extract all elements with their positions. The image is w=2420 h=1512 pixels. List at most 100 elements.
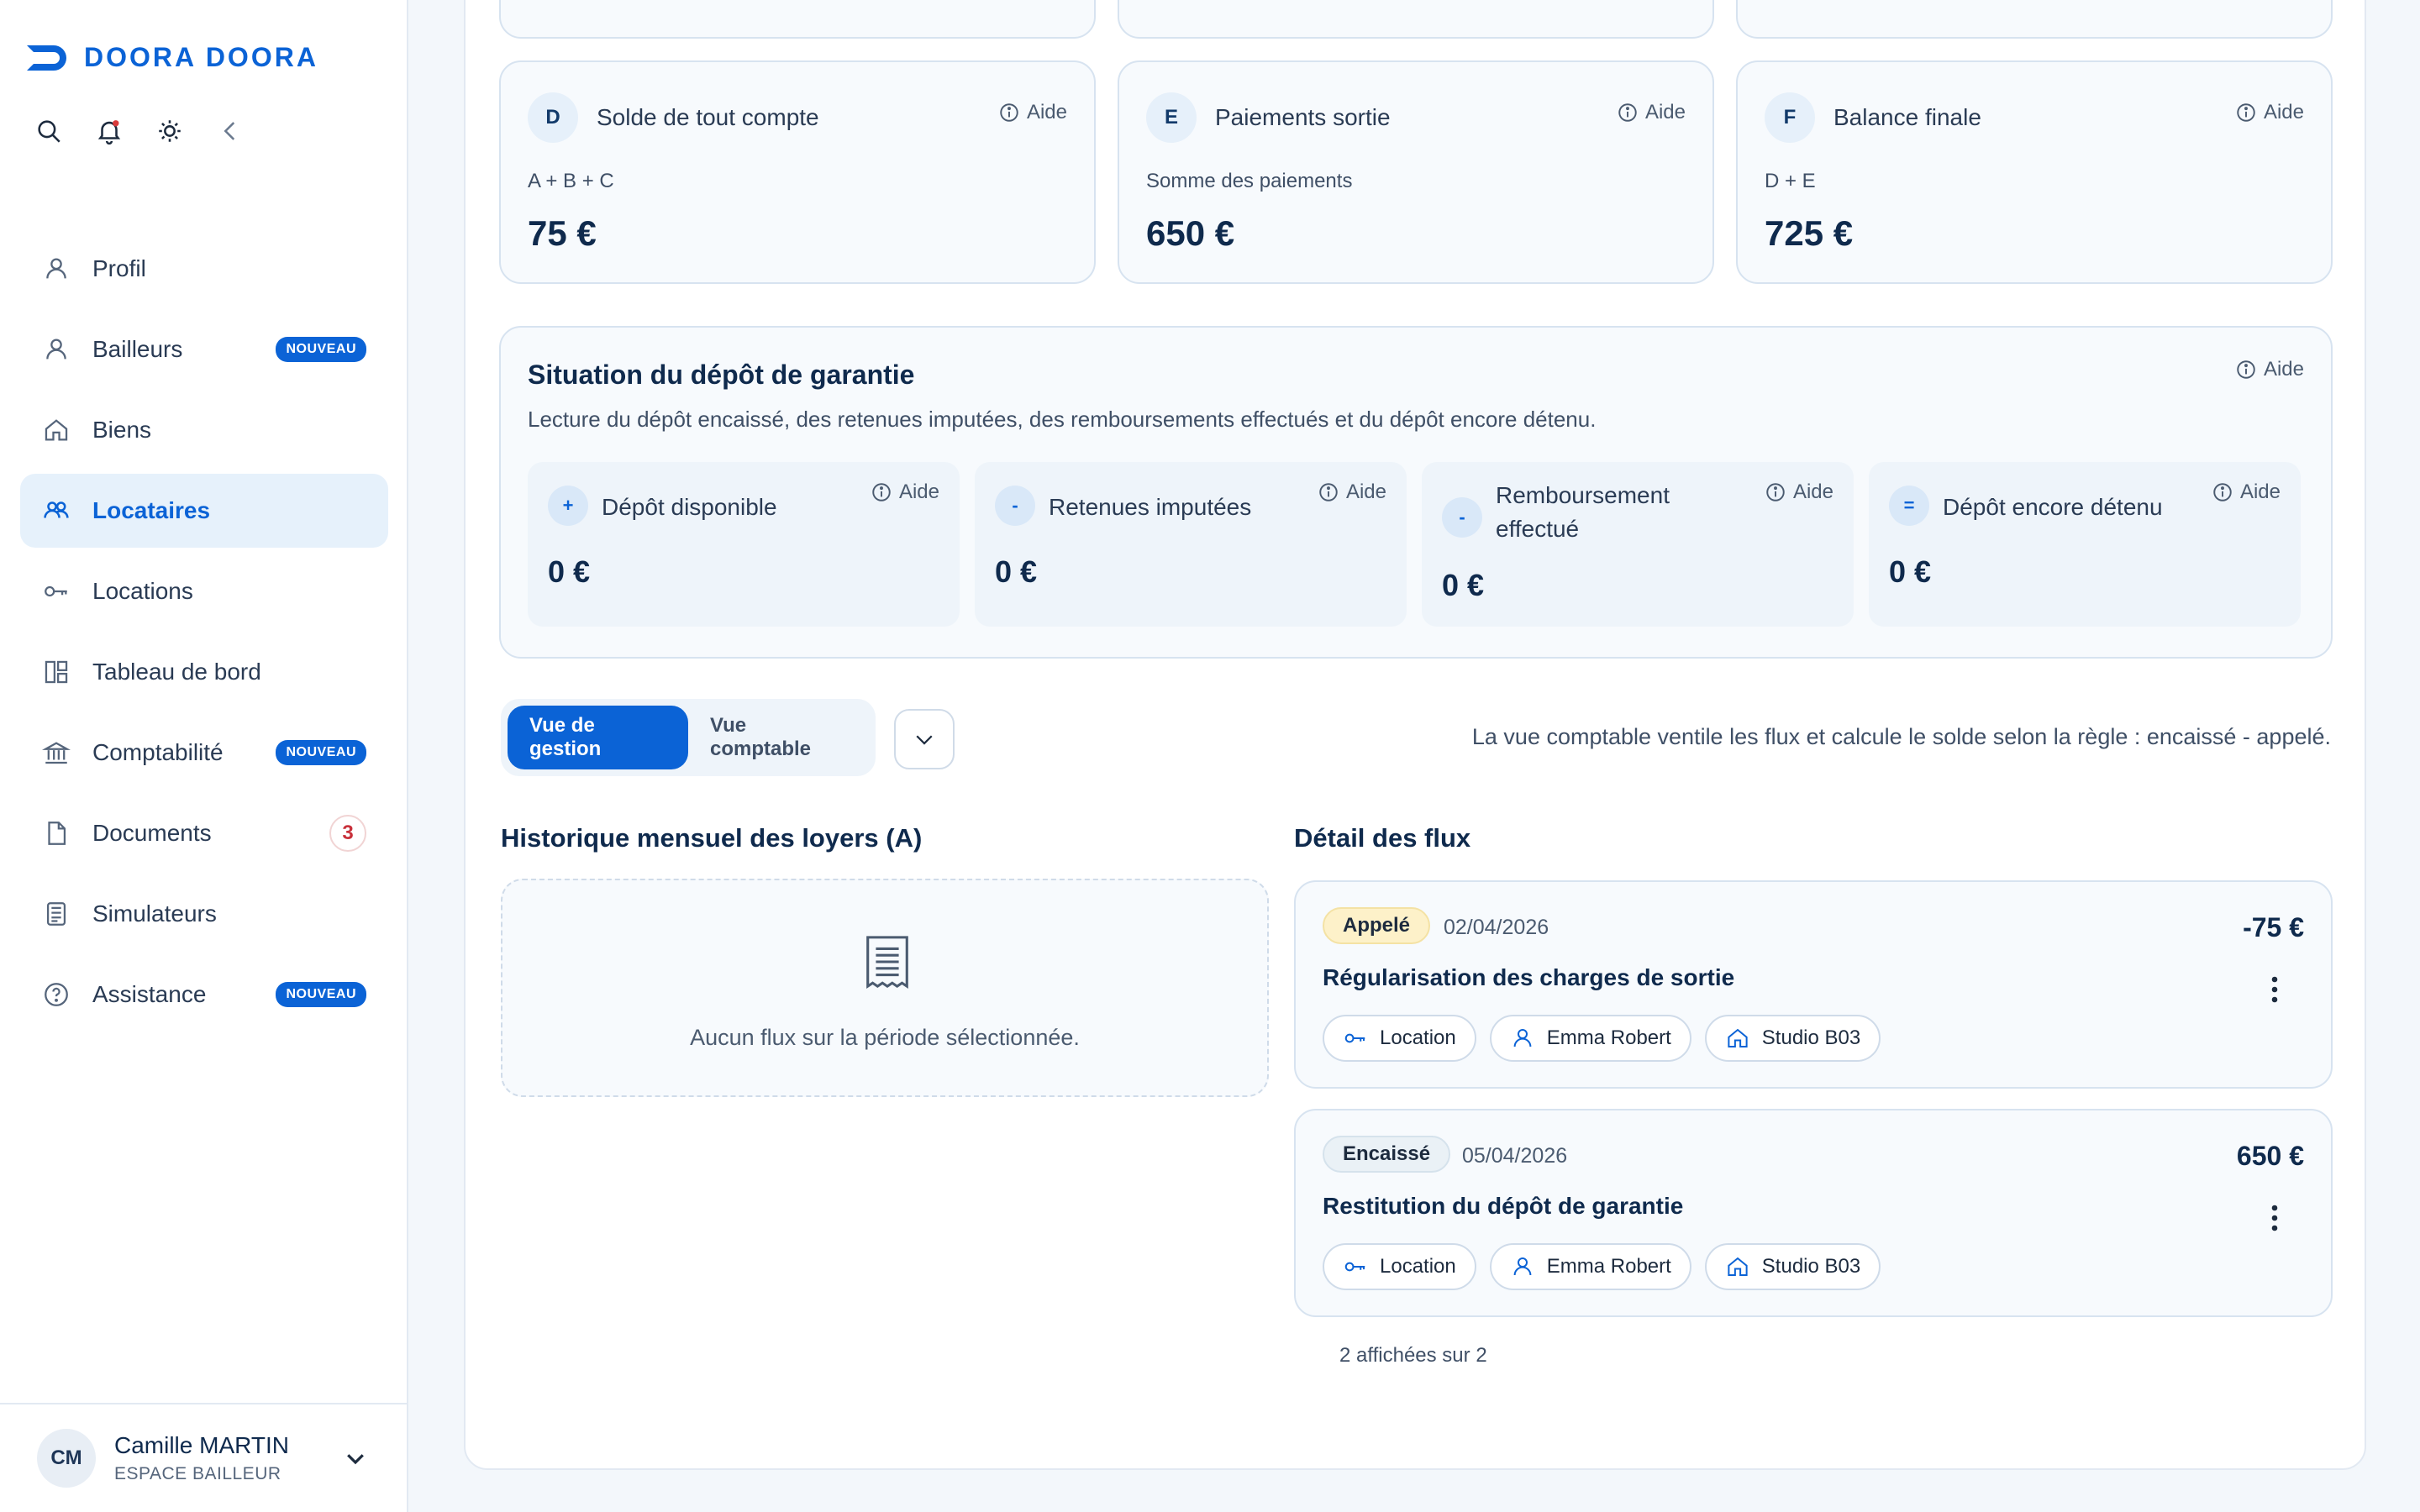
user-menu[interactable]: CM Camille MARTIN ESPACE BAILLEUR <box>0 1403 408 1512</box>
more-options-icon[interactable] <box>2262 974 2287 1005</box>
chip-label: Emma Robert <box>1546 1026 1671 1049</box>
flux-label: Restitution du dépôt de garantie <box>1323 1193 1684 1219</box>
deposit-available: + Dépôt disponible Aide 0 € <box>528 462 960 627</box>
deposit-item-title: Dépôt disponible <box>602 494 777 520</box>
sidebar-item-comptabilite[interactable]: Comptabilité NOUVEAU <box>20 716 388 790</box>
sidebar-item-biens[interactable]: Biens <box>20 393 388 467</box>
status-badge: Encaissé <box>1323 1136 1451 1173</box>
sidebar-item-label: Assistance <box>92 981 207 1007</box>
flux-chips: Location Emma Robert Studio B03 <box>1323 1243 1881 1290</box>
sidebar-tools <box>34 116 245 146</box>
sidebar-item-documents[interactable]: Documents 3 <box>20 796 388 870</box>
search-icon <box>38 120 60 143</box>
kpi-letter: F <box>1765 92 1815 143</box>
sidebar-item-bailleurs[interactable]: Bailleurs NOUVEAU <box>20 312 388 386</box>
user-info: Camille MARTIN ESPACE BAILLEUR <box>114 1432 289 1484</box>
user-name: Camille MARTIN <box>114 1432 289 1458</box>
kpi-formula: Somme des paiements <box>1146 170 1353 192</box>
view-options-dropdown[interactable] <box>894 709 955 769</box>
help-button[interactable]: Aide <box>1617 101 1686 124</box>
bell-icon <box>97 120 121 145</box>
sidebar-item-label: Bailleurs <box>92 336 183 362</box>
help-button[interactable]: Aide <box>1765 480 1833 504</box>
kpi-value: 650 € <box>1146 213 1235 253</box>
sun-icon <box>159 120 181 142</box>
search-button[interactable] <box>34 116 64 146</box>
sign-badge: - <box>995 486 1035 526</box>
chip-label: Studio B03 <box>1761 1255 1861 1278</box>
help-label: Aide <box>2263 358 2304 381</box>
sidebar-item-profil[interactable]: Profil <box>20 232 388 306</box>
deposit-item-value: 0 € <box>995 554 1038 589</box>
sidebar-item-tableau-de-bord[interactable]: Tableau de bord <box>20 635 388 709</box>
avatar: CM <box>37 1429 96 1488</box>
history-title: Historique mensuel des loyers (A) <box>501 823 923 853</box>
chip-location[interactable]: Location <box>1323 1015 1476 1062</box>
main-panel: D Solde de tout compte Aide A + B + C 75… <box>464 0 2366 1470</box>
help-button[interactable]: Aide <box>1318 480 1386 504</box>
chip-location[interactable]: Location <box>1323 1243 1476 1290</box>
sign-badge: - <box>1442 497 1482 538</box>
accounting-view-button[interactable]: Vue comptable <box>688 706 869 769</box>
help-label: Aide <box>2239 480 2281 503</box>
chip-tenant[interactable]: Emma Robert <box>1489 1243 1691 1290</box>
sidebar-item-locataires[interactable]: Locataires <box>20 474 388 548</box>
logo[interactable]: DOORA DOORA <box>25 42 318 73</box>
sidebar-item-assistance[interactable]: Assistance NOUVEAU <box>20 958 388 1032</box>
sidebar-item-locations[interactable]: Locations <box>20 554 388 628</box>
help-button[interactable]: Aide <box>2235 101 2304 124</box>
sidebar-nav: Profil Bailleurs NOUVEAU Biens Locataire… <box>20 232 388 1038</box>
help-label: Aide <box>2263 101 2304 123</box>
dashboard-icon <box>42 658 71 686</box>
key-icon <box>1344 1033 1365 1043</box>
deposit-card: Situation du dépôt de garantie Aide Lect… <box>499 326 2333 659</box>
house-icon <box>1728 1028 1748 1047</box>
history-empty-state: Aucun flux sur la période sélectionnée. <box>501 879 1269 1097</box>
house-icon <box>42 416 71 444</box>
key-icon <box>1344 1262 1365 1272</box>
documents-count-badge: 3 <box>329 815 366 852</box>
flux-item[interactable]: Encaissé 05/04/2026 650 € Restitution du… <box>1294 1109 2333 1317</box>
kpi-formula: A + B + C <box>528 170 614 192</box>
kpi-card-d: D Solde de tout compte Aide A + B + C 75… <box>499 60 1096 284</box>
theme-toggle-button[interactable] <box>155 116 185 146</box>
kpi-value: 725 € <box>1765 213 1854 253</box>
help-label: Aide <box>1026 101 1067 123</box>
sign-badge: = <box>1889 486 1929 526</box>
view-toggle: Vue de gestion Vue comptable <box>501 699 876 776</box>
kpi-card-c <box>1736 0 2333 39</box>
chip-tenant[interactable]: Emma Robert <box>1489 1015 1691 1062</box>
deposit-title: Situation du dépôt de garantie <box>528 360 915 390</box>
kpi-title: Balance finale <box>1833 104 1981 130</box>
chip-property[interactable]: Studio B03 <box>1704 1015 1881 1062</box>
flux-amount: 650 € <box>2236 1141 2304 1171</box>
help-button[interactable]: Aide <box>871 480 939 504</box>
flux-amount: -75 € <box>2243 912 2304 942</box>
collapse-sidebar-button[interactable] <box>215 116 245 146</box>
chevron-left-icon <box>224 122 235 140</box>
flux-item[interactable]: Appelé 02/04/2026 -75 € Régularisation d… <box>1294 880 2333 1089</box>
notifications-button[interactable] <box>94 116 124 146</box>
sidebar-item-label: Locations <box>92 578 193 604</box>
empty-state-text: Aucun flux sur la période sélectionnée. <box>690 1025 1080 1050</box>
help-button[interactable]: Aide <box>2235 358 2304 381</box>
chip-property[interactable]: Studio B03 <box>1704 1243 1881 1290</box>
sidebar-item-simulateurs[interactable]: Simulateurs <box>20 877 388 951</box>
more-options-icon[interactable] <box>2262 1203 2287 1233</box>
user-icon <box>42 255 71 283</box>
management-view-button[interactable]: Vue de gestion <box>508 706 688 769</box>
kpi-card-b <box>1118 0 1714 39</box>
new-badge: NOUVEAU <box>276 982 366 1007</box>
help-label: Aide <box>1345 480 1386 503</box>
receipt-icon <box>866 936 908 990</box>
users-icon <box>42 496 71 525</box>
sidebar-item-label: Documents <box>92 820 212 846</box>
kpi-letter: E <box>1146 92 1197 143</box>
help-button[interactable]: Aide <box>998 101 1067 124</box>
chip-label: Studio B03 <box>1761 1026 1861 1049</box>
help-button[interactable]: Aide <box>2212 480 2281 504</box>
kpi-card-e: E Paiements sortie Aide Somme des paieme… <box>1118 60 1714 284</box>
info-icon <box>872 483 891 501</box>
status-badge: Appelé <box>1323 907 1431 944</box>
sidebar-item-label: Comptabilité <box>92 739 224 765</box>
